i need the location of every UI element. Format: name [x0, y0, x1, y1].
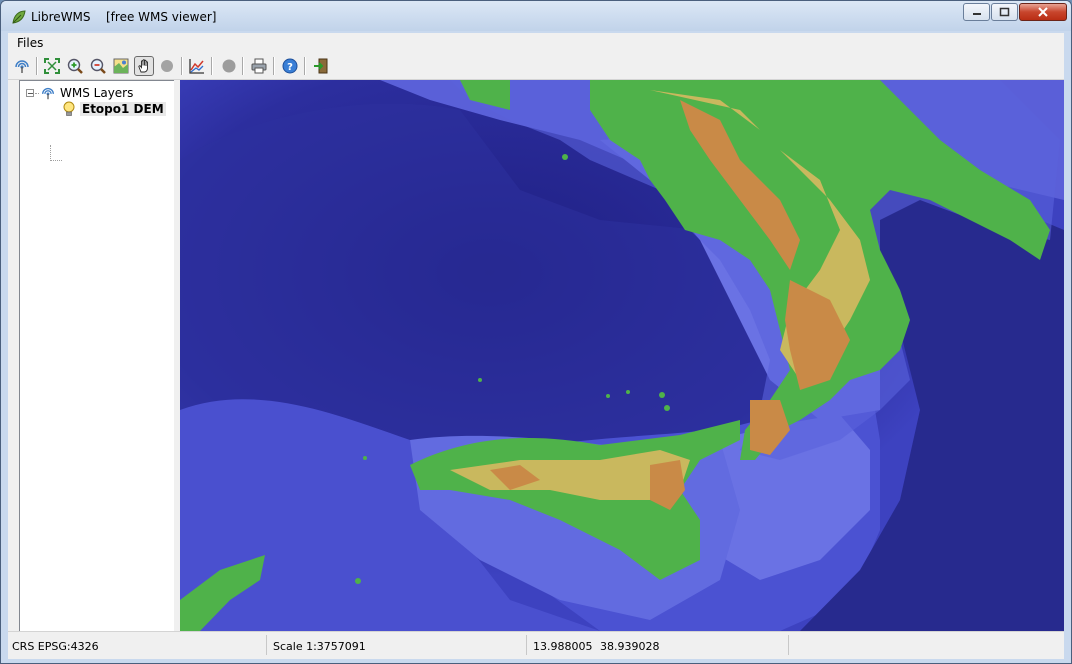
status-latitude: 38.939028 [600, 640, 660, 653]
leaf-app-icon [12, 10, 26, 24]
disabled-circle-icon [161, 60, 173, 72]
zoom-layer-icon [113, 58, 129, 74]
zoom-out-button[interactable] [88, 56, 108, 76]
exit-icon [314, 58, 328, 74]
zoom-layer-button[interactable] [111, 56, 131, 76]
exit-button[interactable] [311, 56, 331, 76]
dem-map-image [180, 80, 1064, 631]
tree-root-label: WMS Layers [60, 86, 134, 100]
layer-tree[interactable]: − WMS Layers Etopo1 DEM [19, 80, 175, 633]
minimize-button[interactable] [963, 3, 990, 21]
wms-connect-button[interactable] [12, 56, 32, 76]
stop-button[interactable] [219, 56, 239, 76]
print-icon [251, 58, 267, 74]
svg-text:?: ? [287, 62, 293, 73]
collapse-expander-icon[interactable]: − [26, 89, 34, 98]
status-crs: CRS EPSG:4326 [12, 640, 99, 653]
pan-hand-icon [138, 59, 148, 73]
tree-root-wms-layers[interactable]: − WMS Layers [26, 85, 133, 101]
help-button[interactable]: ? [280, 56, 300, 76]
window-title: LibreWMS [31, 10, 91, 24]
map-canvas[interactable] [180, 80, 1064, 631]
zoom-in-icon [67, 58, 83, 74]
minimize-icon [972, 13, 981, 15]
help-icon: ? [282, 58, 298, 74]
stop-icon [222, 59, 236, 73]
toolbar: ? [8, 53, 1064, 80]
zoom-out-icon [90, 58, 106, 74]
menu-files[interactable]: Files [17, 36, 43, 50]
title-bar[interactable]: LibreWMS [free WMS viewer] [1, 1, 1071, 31]
status-bar: CRS EPSG:4326 Scale 1:3757091 13.988005 … [8, 631, 1064, 659]
tree-layer-item[interactable]: Etopo1 DEM [62, 101, 166, 117]
pan-button[interactable] [134, 56, 154, 76]
wms-connect-icon [15, 60, 29, 73]
status-longitude: 13.988005 [533, 640, 593, 653]
profile-button[interactable] [187, 56, 207, 76]
print-button[interactable] [249, 56, 269, 76]
zoom-extent-icon [44, 58, 60, 74]
panel-splitter[interactable] [174, 80, 179, 631]
client-area: Files ? − WMS Layers Etopo1 DEM CRS EPSG… [8, 33, 1064, 659]
menu-bar: Files [8, 33, 1064, 52]
close-icon [1038, 7, 1048, 17]
zoom-extent-button[interactable] [42, 56, 62, 76]
restore-icon [999, 7, 1010, 17]
app-window: LibreWMS [free WMS viewer] Files ? − WMS… [0, 0, 1072, 664]
maximize-button[interactable] [991, 3, 1018, 21]
wms-layers-icon [42, 87, 54, 100]
close-button[interactable] [1019, 3, 1067, 21]
chart-profile-icon [189, 59, 204, 74]
zoom-in-button[interactable] [65, 56, 85, 76]
lightbulb-icon[interactable] [62, 101, 76, 117]
layer-label: Etopo1 DEM [80, 102, 166, 116]
window-subtitle: [free WMS viewer] [106, 10, 217, 24]
status-scale: Scale 1:3757091 [273, 640, 366, 653]
disabled-tool-button[interactable] [157, 56, 177, 76]
